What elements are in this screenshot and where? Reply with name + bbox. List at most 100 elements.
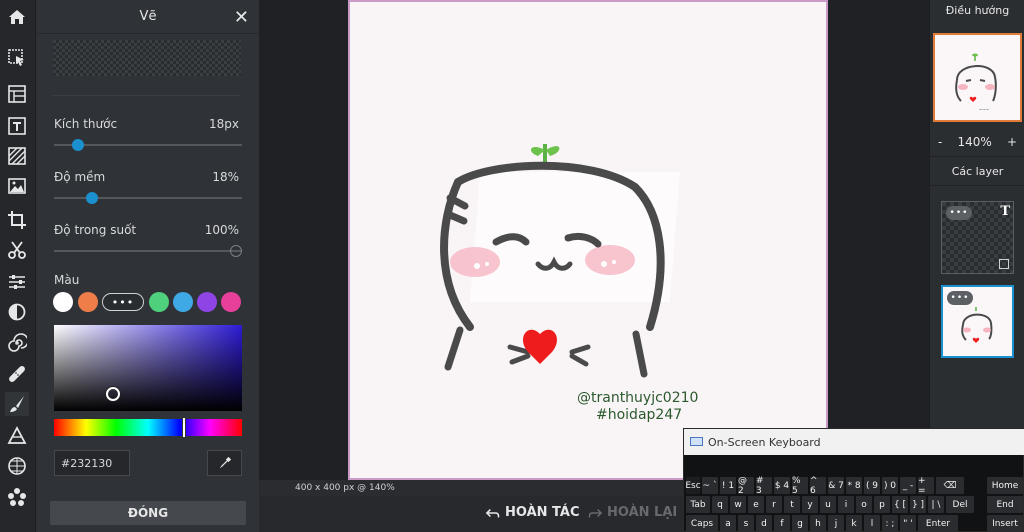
layer-thumbnail-text[interactable]: ••• T — [941, 201, 1014, 274]
layer-menu-button[interactable]: ••• — [946, 206, 972, 220]
key[interactable]: | \ — [928, 496, 944, 513]
undo-button[interactable]: HOÀN TÁC — [485, 505, 580, 520]
hue-slider-handle[interactable] — [182, 417, 186, 438]
key[interactable]: { [ — [892, 496, 908, 513]
layer-thumbnail-image[interactable]: ••• — [941, 285, 1014, 358]
key[interactable]: Esc — [685, 477, 701, 494]
key[interactable]: : ; — [882, 515, 898, 532]
cursor-arrow-icon[interactable] — [5, 46, 29, 70]
key-home[interactable]: Home — [987, 477, 1023, 494]
key[interactable]: a — [720, 515, 736, 532]
key[interactable]: e — [748, 496, 764, 513]
swatch-green[interactable] — [149, 292, 169, 312]
key[interactable]: u — [820, 496, 836, 513]
key[interactable]: $ 4 — [774, 477, 790, 494]
key[interactable]: ( 9 — [864, 477, 880, 494]
keyboard-titlebar[interactable]: On-Screen Keyboard — [684, 429, 1024, 455]
key[interactable]: Enter — [918, 515, 958, 532]
key[interactable]: _ - — [900, 477, 916, 494]
key[interactable]: ) 0 — [882, 477, 898, 494]
key[interactable]: + = — [918, 476, 934, 496]
key[interactable]: * 8 — [846, 477, 862, 494]
flower-icon[interactable] — [5, 485, 29, 509]
key[interactable]: ~ ` — [702, 477, 718, 494]
key[interactable]: # 3 — [756, 476, 772, 496]
key[interactable]: r — [766, 496, 782, 513]
swatch-blue[interactable] — [173, 292, 193, 312]
key-insert[interactable]: Insert — [987, 515, 1023, 532]
key[interactable]: " ' — [900, 515, 916, 532]
key[interactable]: q — [712, 496, 728, 513]
key[interactable]: } ] — [910, 496, 926, 513]
key[interactable]: s — [738, 515, 754, 532]
softness-slider-handle[interactable] — [85, 192, 98, 204]
opacity-slider-handle[interactable] — [230, 245, 242, 257]
hex-color-input[interactable]: #232130 — [54, 450, 130, 476]
image-icon[interactable] — [5, 174, 29, 198]
bandage-icon[interactable] — [5, 362, 29, 386]
dots-grid-icon[interactable] — [5, 454, 29, 478]
zoom-out-button[interactable]: - — [938, 135, 942, 149]
hue-slider[interactable] — [54, 417, 242, 438]
key[interactable]: y — [802, 496, 818, 513]
done-button[interactable]: ĐÓNG — [50, 501, 246, 525]
key[interactable]: ⌫ — [936, 477, 964, 494]
swatch-purple[interactable] — [197, 292, 217, 312]
key[interactable]: j — [828, 515, 844, 532]
scissors-icon[interactable] — [5, 238, 29, 262]
key[interactable]: f — [774, 515, 790, 532]
key[interactable]: Del — [946, 496, 974, 513]
swatch-white[interactable] — [53, 292, 73, 312]
swirl-icon[interactable] — [5, 331, 29, 355]
key-end[interactable]: End — [987, 496, 1023, 513]
color-picker-cursor[interactable] — [106, 387, 120, 401]
hatch-pattern-icon[interactable] — [5, 144, 29, 168]
text-tool-icon[interactable] — [5, 114, 29, 138]
swatch-orange[interactable] — [78, 292, 98, 312]
key[interactable]: l — [864, 515, 880, 532]
eyedropper-button[interactable] — [207, 450, 242, 476]
image-canvas[interactable]: @tranthuyjc0210 #hoidap247 — [348, 0, 828, 480]
redo-icon — [588, 508, 603, 518]
key[interactable]: @ 2 — [738, 476, 754, 496]
opacity-value: 100% — [204, 223, 239, 237]
key[interactable]: ^ 6 — [810, 476, 826, 496]
home-icon[interactable] — [5, 5, 29, 29]
key[interactable]: g — [792, 515, 808, 532]
keyboard-title: On-Screen Keyboard — [708, 435, 821, 449]
swatch-pink[interactable] — [221, 292, 241, 312]
key[interactable]: h — [810, 515, 826, 532]
navigator-thumbnail[interactable]: ~~~ — [933, 33, 1022, 122]
key[interactable]: t — [784, 496, 800, 513]
crop-icon[interactable] — [5, 208, 29, 232]
key[interactable]: k — [846, 515, 862, 532]
key[interactable]: & 7 — [828, 477, 844, 494]
key[interactable]: % 5 — [792, 476, 808, 496]
key[interactable]: Tab — [686, 496, 710, 513]
layout-icon[interactable] — [5, 82, 29, 106]
brush-icon[interactable] — [5, 392, 29, 416]
key[interactable]: w — [730, 496, 746, 513]
key[interactable]: o — [856, 496, 872, 513]
zoom-in-button[interactable]: + — [1007, 135, 1017, 149]
size-slider-handle[interactable] — [71, 139, 84, 151]
more-colors-button[interactable]: ••• — [102, 293, 144, 311]
color-picker-area[interactable] — [54, 325, 242, 411]
svg-text:~~~: ~~~ — [979, 107, 989, 112]
layer-visibility-checkbox[interactable] — [999, 259, 1009, 269]
close-icon[interactable]: ✕ — [234, 7, 249, 28]
zoom-level: 140% — [957, 135, 992, 149]
key[interactable]: p — [874, 496, 890, 513]
key[interactable]: Caps — [686, 515, 718, 532]
redo-button[interactable]: HOÀN LẠI — [587, 505, 677, 520]
key[interactable]: d — [756, 515, 772, 532]
contrast-icon[interactable] — [5, 300, 29, 324]
triangle-icon[interactable] — [5, 424, 29, 448]
key[interactable]: ! 1 — [720, 477, 736, 494]
key[interactable]: i — [838, 496, 854, 513]
drawing-artwork — [440, 144, 680, 378]
opacity-slider[interactable] — [54, 245, 242, 257]
softness-slider[interactable] — [54, 192, 242, 204]
size-slider[interactable] — [54, 139, 242, 151]
sliders-icon[interactable] — [5, 270, 29, 294]
